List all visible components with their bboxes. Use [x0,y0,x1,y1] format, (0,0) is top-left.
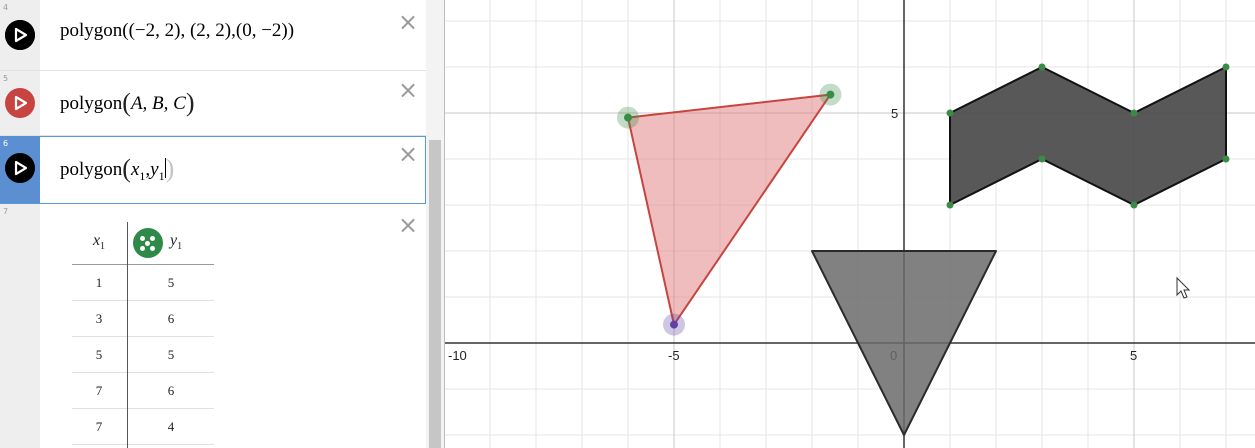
expression-gutter: 7 [0,204,40,448]
zigzag-vertex-point[interactable] [1130,201,1138,209]
points-style-icon[interactable] [133,228,163,258]
delete-expression-icon[interactable]: × [397,78,419,102]
point-b[interactable] [826,90,835,99]
x-tick-label: -5 [668,348,680,363]
open-paren: ( [122,154,131,183]
open-paren: ( [122,88,131,117]
close-paren: ) [165,154,175,183]
table-cell[interactable]: 4 [144,419,198,435]
table-cell[interactable]: 3 [72,311,126,327]
x-tick-label: -10 [448,348,467,363]
column-header-x[interactable]: x1 [72,232,126,252]
zigzag-vertex-point[interactable] [946,109,954,117]
expression-input[interactable]: polygon(x1,y1) [60,154,174,184]
table-row: 7 4 [72,409,214,445]
polygon-style-icon[interactable] [5,88,35,118]
table-column-divider [127,222,128,448]
function-name: polygon [60,93,123,114]
zigzag-vertex-point[interactable] [1222,63,1230,71]
expression-formula[interactable]: polygon((−2, 2), (2, 2),(0, −2)) [60,20,294,42]
data-table[interactable]: x1 y1 1 5 3 6 5 5 7 6 7 4 [72,222,214,445]
zigzag-vertex-point[interactable] [1222,155,1230,163]
table-row: 5 5 [72,337,214,373]
zigzag-vertex-point[interactable] [1038,155,1046,163]
close-paren: ) [185,88,195,117]
expression-formula[interactable]: polygon(A, B, C) [60,88,195,118]
scrollbar-thumb[interactable] [429,140,441,448]
grid-minor [444,0,1255,448]
table-cell[interactable]: 5 [144,275,198,291]
var-y: y [150,159,159,180]
shapes [617,63,1230,436]
zigzag-vertex-point[interactable] [946,201,954,209]
graph-canvas[interactable]: -10 -5 0 5 5 [444,0,1255,448]
polygon-style-icon[interactable] [5,153,35,183]
table-cell[interactable]: 6 [144,311,198,327]
panel-divider [444,0,445,448]
point-c[interactable] [670,320,678,329]
y-tick-label: 5 [891,106,898,121]
function-name: polygon [60,159,123,180]
table-row: 7 6 [72,373,214,409]
function-name: polygon [60,20,123,41]
expression-list: 4 polygon((−2, 2), (2, 2),(0, −2)) × 5 p… [0,0,444,448]
table-cell[interactable]: 6 [144,383,198,399]
polygon-style-icon[interactable] [5,20,35,50]
row-number: 7 [3,207,9,216]
expression-row-5[interactable]: 5 polygon(A, B, C) × [0,71,426,136]
table-header: x1 y1 [72,222,214,265]
row-number: 6 [3,139,9,148]
expression-gutter: 5 [0,71,40,135]
table-row: 1 5 [72,265,214,301]
x-tick-label: 5 [1130,348,1137,363]
row-number: 5 [3,74,9,83]
expression-row-4[interactable]: 4 polygon((−2, 2), (2, 2),(0, −2)) × [0,0,426,71]
function-args: A, B, C [130,93,186,114]
zigzag-vertex-point[interactable] [1130,109,1138,117]
column-header-y[interactable]: y1 [170,232,182,252]
expression-gutter: 4 [0,0,40,70]
zigzag-vertex-point[interactable] [1038,63,1046,71]
table-cell[interactable]: 7 [72,419,126,435]
table-cell[interactable]: 1 [72,275,126,291]
function-args: ((−2, 2), (2, 2),(0, −2)) [122,20,295,41]
table-cell[interactable]: 7 [72,383,126,399]
table-cell[interactable]: 5 [144,347,198,363]
red-triangle-polygon[interactable] [627,93,832,326]
expression-gutter: 6 [0,136,40,203]
row-number: 4 [3,3,9,12]
graph-paper[interactable]: -10 -5 0 5 5 [444,0,1255,448]
table-cell[interactable]: 5 [72,347,126,363]
mouse-pointer-icon [1176,276,1191,299]
delete-expression-icon[interactable]: × [397,10,419,34]
expression-row-6[interactable]: 6 polygon(x1,y1) × [0,136,426,204]
point-a[interactable] [624,113,632,122]
delete-table-icon[interactable]: × [397,213,419,237]
table-row: 3 6 [72,301,214,337]
delete-expression-icon[interactable]: × [397,142,419,166]
